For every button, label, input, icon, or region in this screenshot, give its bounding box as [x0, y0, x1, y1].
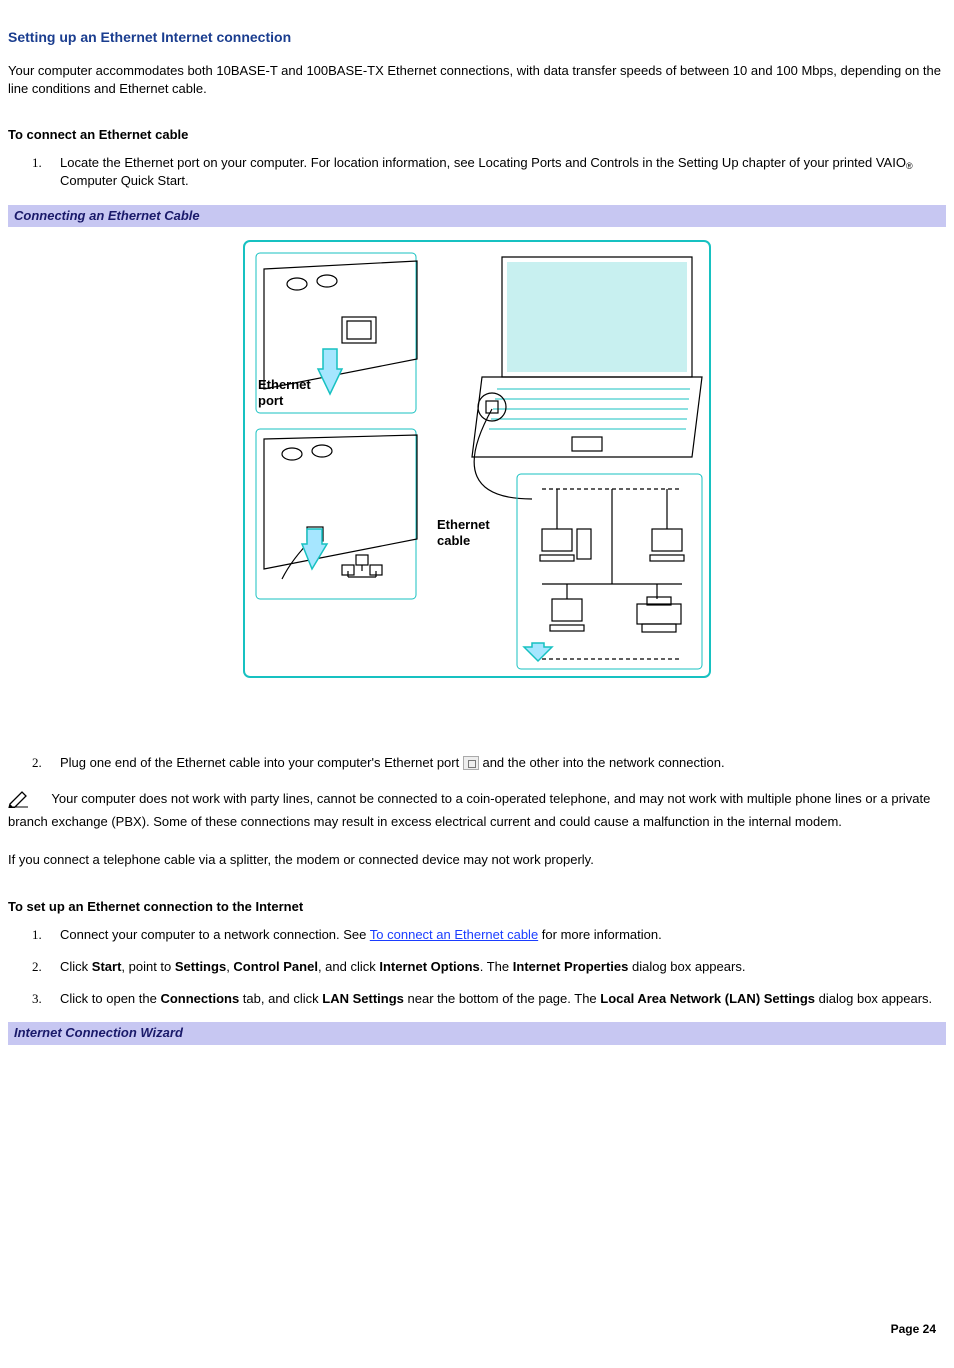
step2-text-b: and the other into the network connectio…	[482, 755, 724, 770]
setup2-settings: Settings	[175, 959, 226, 974]
diagram-label-ethernet: Ethernet	[258, 377, 311, 392]
setup1-a: Connect your computer to a network conne…	[60, 927, 370, 942]
setup1-b: for more information.	[538, 927, 662, 942]
setup-step-2: Click Start, point to Settings, Control …	[32, 958, 946, 976]
registered-symbol: ®	[906, 161, 913, 171]
setup2-a: Click	[60, 959, 92, 974]
setup2-internet-properties: Internet Properties	[513, 959, 629, 974]
step2-text-a: Plug one end of the Ethernet cable into …	[60, 755, 463, 770]
setup2-g: , and click	[318, 959, 379, 974]
diagram-label-ethernet-cable: Ethernet	[437, 517, 490, 532]
setup2-internet-options: Internet Options	[379, 959, 479, 974]
intro-paragraph: Your computer accommodates both 10BASE-T…	[8, 62, 946, 98]
setup-step-3: Click to open the Connections tab, and c…	[32, 990, 946, 1008]
note-paragraph-1: Your computer does not work with party l…	[8, 791, 930, 829]
setup2-control-panel: Control Panel	[233, 959, 318, 974]
subheading-setup: To set up an Ethernet connection to the …	[8, 898, 946, 916]
link-to-connect-ethernet[interactable]: To connect an Ethernet cable	[370, 927, 538, 942]
setup3-connections: Connections	[160, 991, 239, 1006]
connect-step-2: Plug one end of the Ethernet cable into …	[32, 754, 946, 772]
setup3-lan-dialog: Local Area Network (LAN) Settings	[600, 991, 815, 1006]
diagram-label-port: port	[258, 393, 284, 408]
ethernet-port-icon	[463, 756, 479, 770]
setup3-c: tab, and click	[239, 991, 322, 1006]
setup3-a: Click to open the	[60, 991, 160, 1006]
setup3-g: dialog box appears.	[815, 991, 932, 1006]
step1-text-b: Computer Quick Start.	[60, 173, 189, 188]
subheading-connect: To connect an Ethernet cable	[8, 126, 946, 144]
page-number: Page 24	[891, 1321, 936, 1338]
figure-ethernet-diagram: Ethernet port	[8, 239, 946, 684]
figure-caption-wizard: Internet Connection Wizard	[8, 1022, 946, 1044]
connect-step-1: Locate the Ethernet port on your compute…	[32, 154, 946, 190]
setup2-i: . The	[480, 959, 513, 974]
setup3-e: near the bottom of the page. The	[404, 991, 600, 1006]
setup3-lan-settings: LAN Settings	[322, 991, 404, 1006]
setup2-c: , point to	[121, 959, 174, 974]
figure-caption-ethernet-cable: Connecting an Ethernet Cable	[8, 205, 946, 227]
step1-text-a: Locate the Ethernet port on your compute…	[60, 155, 906, 170]
setup2-k: dialog box appears.	[628, 959, 745, 974]
setup-step-1: Connect your computer to a network conne…	[32, 926, 946, 944]
setup2-start: Start	[92, 959, 122, 974]
section-heading: Setting up an Ethernet Internet connecti…	[8, 28, 946, 48]
note-block: Your computer does not work with party l…	[8, 790, 946, 831]
note-paragraph-2: If you connect a telephone cable via a s…	[8, 851, 946, 869]
diagram-label-cable: cable	[437, 533, 470, 548]
ethernet-diagram-svg: Ethernet port	[242, 239, 712, 679]
note-pencil-icon	[8, 790, 30, 813]
